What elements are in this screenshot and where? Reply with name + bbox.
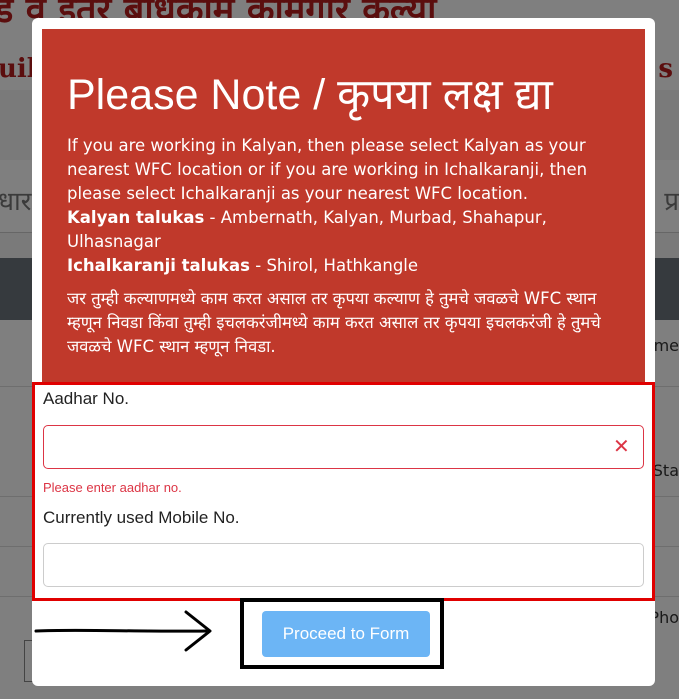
proceed-to-form-button[interactable]: Proceed to Form <box>262 611 430 657</box>
mobile-label: Currently used Mobile No. <box>43 508 240 527</box>
note-title: Please Note / कृपया लक्ष द्या <box>67 71 553 119</box>
mobile-input[interactable] <box>43 543 644 587</box>
form-highlight-box: Aadhar No. ✕ Please enter aadhar no. Cur… <box>32 382 655 601</box>
note-marathi-text: जर तुम्ही कल्याणमध्ये काम करत असाल तर कृ… <box>67 289 601 356</box>
aadhar-input[interactable] <box>43 425 644 469</box>
aadhar-label: Aadhar No. <box>43 389 129 408</box>
modal-dialog: Please Note / कृपया लक्ष द्या If you are… <box>32 18 655 686</box>
kalyan-label: Kalyan talukas <box>67 208 205 227</box>
arrow-right-icon <box>34 610 212 652</box>
close-icon: ✕ <box>613 434 630 458</box>
aadhar-error-message: Please enter aadhar no. <box>43 480 182 495</box>
note-english-text: If you are working in Kalyan, then pleas… <box>67 134 627 278</box>
ichalkaranji-talukas: - Shirol, Hathkangle <box>250 256 419 275</box>
ichalkaranji-label: Ichalkaranji talukas <box>67 256 250 275</box>
note-panel: Please Note / कृपया लक्ष द्या If you are… <box>42 29 645 404</box>
button-highlight-box: Proceed to Form <box>240 598 444 669</box>
note-line-1: If you are working in Kalyan, then pleas… <box>67 136 588 203</box>
